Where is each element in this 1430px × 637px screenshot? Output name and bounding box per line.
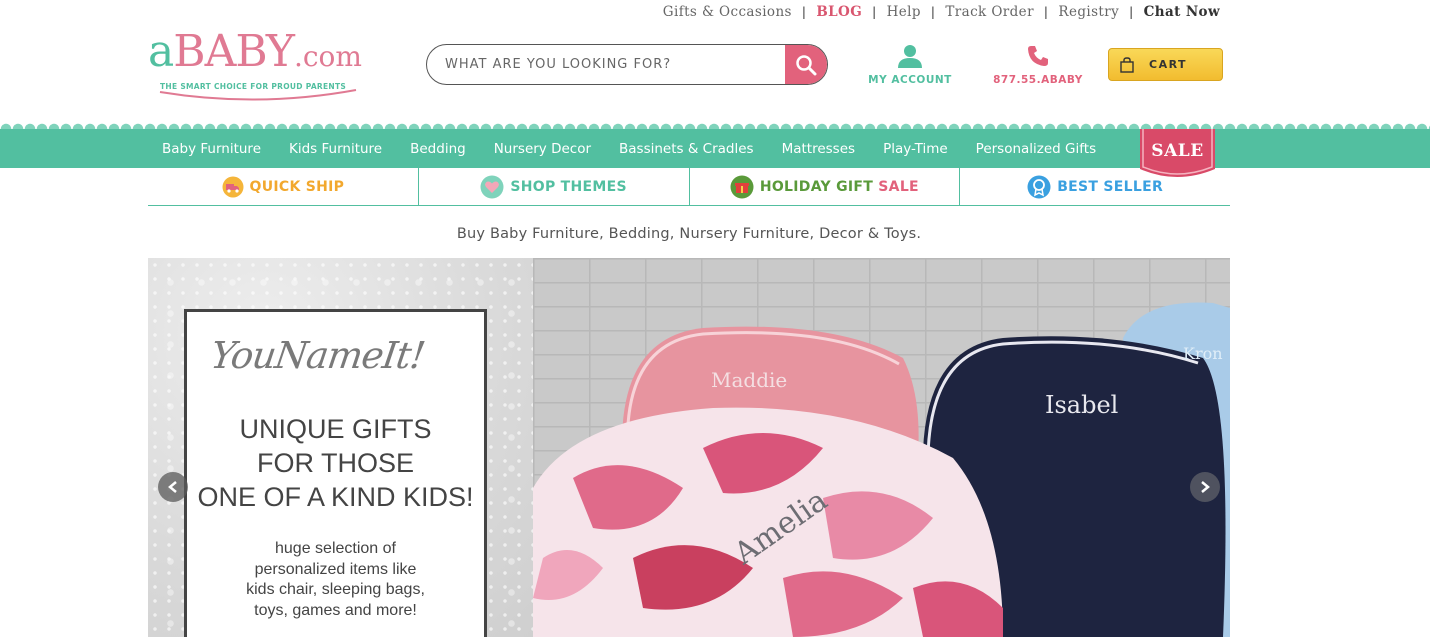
promo-headline: UNIQUE GIFTS FOR THOSE ONE OF A KIND KID… — [187, 412, 484, 514]
cart-label: CART — [1149, 58, 1188, 71]
promo-headline-line: UNIQUE GIFTS — [239, 414, 432, 444]
my-account-button[interactable]: MY ACCOUNT — [866, 44, 954, 86]
nav-item-bedding[interactable]: Bedding — [410, 141, 466, 157]
top-utility-links: Gifts & Occasions | BLOG | Help | Track … — [663, 3, 1220, 21]
gift-icon — [730, 175, 754, 198]
logo-wordmark: aBABY.com — [148, 26, 362, 77]
chair-name-maddie: Maddie — [711, 368, 788, 392]
holiday-gift-sale-label: HOLIDAY GIFT SALE — [759, 178, 919, 195]
promo-headline-line: FOR THOSE — [256, 448, 415, 478]
main-navigation: Baby Furniture Kids Furniture Bedding Nu… — [0, 129, 1430, 168]
separator: | — [1129, 5, 1134, 19]
nav-item-nursery-decor[interactable]: Nursery Decor — [494, 141, 591, 157]
site-tagline: Buy Baby Furniture, Bedding, Nursery Fur… — [456, 226, 922, 242]
quick-ship-label: QUICK SHIP — [249, 178, 345, 195]
holiday-gift-sale-link[interactable]: HOLIDAY GIFT SALE — [690, 168, 961, 205]
search-icon — [796, 54, 817, 75]
chevron-left-icon — [168, 481, 177, 493]
registry-link[interactable]: Registry — [1058, 4, 1119, 20]
nav-item-personalized-gifts[interactable]: Personalized Gifts — [976, 141, 1096, 157]
chair-name-kron: Kron — [1183, 344, 1223, 363]
quick-ship-link[interactable]: QUICK SHIP — [148, 168, 419, 205]
phone-number-label: 877.55.ABABY — [993, 74, 1083, 86]
search-bar — [426, 44, 828, 85]
promo-script-title: YouNameIt! — [207, 334, 428, 377]
search-input[interactable] — [427, 45, 785, 84]
carousel-prev-button[interactable] — [158, 472, 188, 502]
logo-tagline: THE SMART CHOICE FOR PROUD PARENTS — [160, 82, 347, 91]
heart-icon — [480, 175, 504, 198]
promo-headline-line: ONE OF A KIND KIDS! — [197, 482, 474, 512]
award-ribbon-icon — [1027, 175, 1051, 198]
shopping-bag-icon — [1120, 56, 1134, 73]
blog-link[interactable]: BLOG — [816, 4, 862, 20]
best-seller-link[interactable]: BEST SELLER — [960, 168, 1230, 205]
separator: | — [930, 5, 936, 19]
promo-body-line: kids chair, sleeping bags, — [246, 581, 425, 598]
promo-box: YouNameIt! UNIQUE GIFTS FOR THOSE ONE OF… — [184, 309, 487, 637]
phone-number-link[interactable]: 877.55.ABABY — [992, 44, 1084, 86]
hero-promo-panel: YouNameIt! UNIQUE GIFTS FOR THOSE ONE OF… — [148, 258, 533, 637]
search-button[interactable] — [785, 45, 827, 84]
nav-item-play-time[interactable]: Play-Time — [883, 141, 948, 157]
truck-icon — [222, 176, 243, 197]
gifts-occasions-link[interactable]: Gifts & Occasions — [663, 4, 792, 20]
promo-body-line: toys, games and more! — [254, 601, 417, 619]
help-link[interactable]: Help — [887, 4, 921, 20]
chair-name-isabel: Isabel — [1045, 391, 1119, 419]
promo-body-line: huge selection of — [275, 540, 396, 557]
feature-bar: QUICK SHIP SHOP THEMES HOLIDAY GIFT SALE — [148, 168, 1230, 206]
carousel-next-button[interactable] — [1190, 472, 1220, 502]
phone-icon — [1028, 46, 1048, 66]
track-order-link[interactable]: Track Order — [945, 4, 1034, 20]
sale-label: SALE — [1151, 141, 1204, 161]
nav-item-kids-furniture[interactable]: Kids Furniture — [289, 141, 382, 157]
best-seller-label: BEST SELLER — [1057, 178, 1164, 195]
site-logo[interactable]: aBABY.com THE SMART CHOICE FOR PROUD PAR… — [148, 26, 363, 101]
page: Gifts & Occasions | BLOG | Help | Track … — [0, 0, 1430, 637]
promo-body-text: huge selection of personalized items lik… — [187, 539, 484, 621]
chat-now-link[interactable]: Chat Now — [1144, 4, 1220, 20]
separator: | — [801, 5, 807, 19]
hero-product-image: Maddie Isabel Kron Amelia — [533, 258, 1230, 637]
scallop-border-dots — [0, 120, 1430, 126]
user-icon — [898, 45, 922, 68]
separator: | — [872, 5, 877, 19]
nav-item-mattresses[interactable]: Mattresses — [782, 141, 855, 157]
my-account-label: MY ACCOUNT — [868, 74, 952, 86]
chevron-right-icon — [1201, 481, 1210, 493]
cart-button[interactable]: CART — [1108, 48, 1223, 81]
hero-carousel[interactable]: YouNameIt! UNIQUE GIFTS FOR THOSE ONE OF… — [148, 258, 1230, 637]
promo-body-line: personalized items like — [254, 560, 417, 578]
separator: | — [1043, 5, 1049, 19]
personalized-chairs-illustration — [533, 302, 1230, 637]
nav-item-baby-furniture[interactable]: Baby Furniture — [162, 141, 261, 157]
shop-themes-label: SHOP THEMES — [510, 178, 627, 195]
shop-themes-link[interactable]: SHOP THEMES — [419, 168, 690, 205]
nav-item-bassinets-cradles[interactable]: Bassinets & Cradles — [619, 141, 754, 157]
